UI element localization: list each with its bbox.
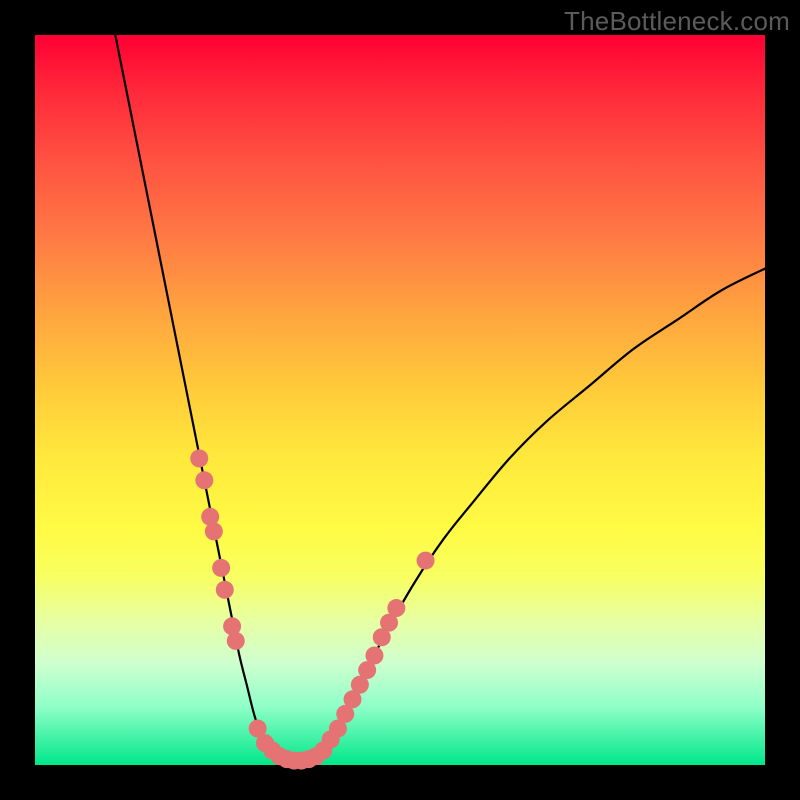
- curve-svg: [35, 35, 765, 765]
- data-marker: [387, 599, 405, 617]
- data-marker: [212, 559, 230, 577]
- curve-group: [115, 35, 765, 762]
- plot-area: [35, 35, 765, 765]
- data-marker: [227, 632, 245, 650]
- data-marker: [216, 581, 234, 599]
- chart-frame: TheBottleneck.com: [0, 0, 800, 800]
- bottleneck-curve: [115, 35, 765, 762]
- data-marker: [417, 552, 435, 570]
- data-marker: [190, 449, 208, 467]
- data-marker: [195, 471, 213, 489]
- data-marker: [205, 522, 223, 540]
- marker-group: [190, 449, 434, 769]
- data-marker: [365, 647, 383, 665]
- watermark-text: TheBottleneck.com: [564, 6, 790, 37]
